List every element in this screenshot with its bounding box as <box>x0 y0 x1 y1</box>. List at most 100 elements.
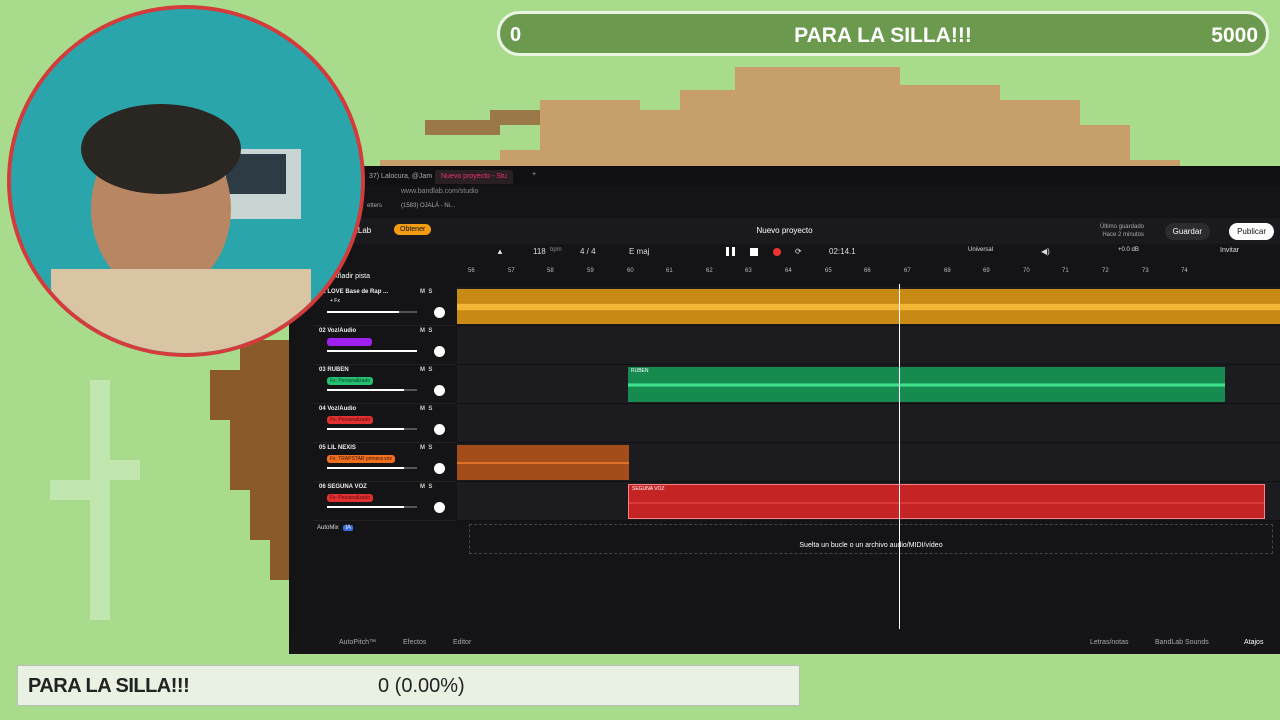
mute-solo[interactable]: M S <box>420 328 432 334</box>
ruler-tick: 69 <box>983 268 990 274</box>
volume-fader[interactable] <box>327 350 417 352</box>
track-lane[interactable] <box>457 404 1280 443</box>
playhead[interactable] <box>899 284 900 629</box>
audio-clip[interactable] <box>457 289 1280 324</box>
fx-badge[interactable]: Fx: Vocal Booster <box>327 338 373 346</box>
fx-badge[interactable]: Fx: Personalizado <box>327 494 374 502</box>
lyrics-button[interactable]: Letras/notas <box>1090 639 1129 646</box>
sounds-button[interactable]: BandLab Sounds <box>1155 639 1209 646</box>
track-header[interactable]: 01 LOVE Base de Rap ... + Fx M S <box>313 287 456 326</box>
url-text: www.bandlab.com/studio <box>401 188 479 195</box>
track-name: 01 LOVE Base de Rap ... <box>319 289 389 295</box>
metronome-icon[interactable]: ▲ <box>496 247 504 256</box>
master-db: +0.0 dB <box>1118 247 1139 253</box>
waveform <box>628 383 1225 387</box>
mute-solo[interactable]: M S <box>420 484 432 490</box>
audio-clip[interactable] <box>457 445 629 480</box>
track-name: 03 RUBEN <box>319 367 349 373</box>
bottom-toolbar: AutoPitch™ Efectos Editor Letras/notas B… <box>289 634 1280 654</box>
track-lane[interactable] <box>457 287 1280 326</box>
audio-clip[interactable]: SEGUNA VOZ <box>628 484 1265 519</box>
ruler-tick: 64 <box>785 268 792 274</box>
volume-icon[interactable]: ◀) <box>1041 247 1050 256</box>
editor-button[interactable]: Editor <box>453 639 471 646</box>
goal-progress-title: PARA LA SILLA!!! <box>28 675 190 697</box>
track-name: 02 Voz/Audio <box>319 328 357 334</box>
preset-label[interactable]: Universal <box>968 247 993 253</box>
audio-clip[interactable]: RUBEN <box>628 367 1225 402</box>
track-header[interactable]: 04 Voz/Audio Fx: Personalizado M S <box>313 404 456 443</box>
add-track-button[interactable]: Añadir pista <box>333 273 370 280</box>
fx-badge[interactable]: Fx: TRAPSTAR primera voz <box>327 455 396 463</box>
save-button[interactable]: Guardar <box>1164 223 1210 240</box>
pan-knob[interactable] <box>434 502 445 513</box>
shortcuts-button[interactable]: Atajos <box>1244 639 1263 646</box>
track-name: 06 SEGUNA VOZ <box>319 484 367 490</box>
autopitch-button[interactable]: AutoPitch™ <box>339 639 376 646</box>
tab-previous[interactable]: 37) Lalocura, @Jam <box>363 170 438 184</box>
ruler-tick: 56 <box>468 268 475 274</box>
volume-fader[interactable] <box>327 428 417 430</box>
track-header[interactable]: 05 LIL NEXIS Fx: TRAPSTAR primera voz M … <box>313 443 456 482</box>
volume-fader[interactable] <box>327 506 417 508</box>
pan-knob[interactable] <box>434 424 445 435</box>
pan-knob[interactable] <box>434 463 445 474</box>
ruler-tick: 73 <box>1142 268 1149 274</box>
key-value[interactable]: E maj <box>629 247 649 256</box>
bookmark-item[interactable]: (1583) OJALÁ - Ni... <box>401 203 455 209</box>
goal-progress-value: 0 (0.00%) <box>378 675 465 697</box>
new-tab-icon[interactable]: + <box>532 171 536 178</box>
address-bar[interactable]: www.bandlab.com/studio <box>289 186 1280 200</box>
track-lane[interactable]: SEGUNA VOZ <box>457 482 1280 521</box>
transport-bar: ▲ 118 bpm 4 / 4 E maj ⟳ 02:14.1 Universa… <box>289 244 1280 262</box>
waveform <box>629 502 1264 504</box>
ruler-tick: 60 <box>627 268 634 274</box>
tab-active[interactable]: Nuevo proyecto - Stu <box>435 170 513 184</box>
tab-bar: 37) Lalocura, @Jam Nuevo proyecto - Stu … <box>289 166 1280 186</box>
invite-button[interactable]: Invitar <box>1220 247 1239 254</box>
volume-fader[interactable] <box>327 467 417 469</box>
bpm-value[interactable]: 118 <box>533 247 546 256</box>
loop-icon[interactable]: ⟳ <box>795 247 802 256</box>
fx-badge[interactable]: Fx: Personalizado <box>327 416 374 424</box>
pause-button[interactable] <box>726 247 735 256</box>
volume-fader[interactable] <box>327 389 417 391</box>
ruler-tick: 70 <box>1023 268 1030 274</box>
stop-button[interactable] <box>750 248 758 256</box>
pan-knob[interactable] <box>434 385 445 396</box>
track-header[interactable]: 03 RUBEN Fx: Personalizado M S <box>313 365 456 404</box>
record-button[interactable] <box>773 248 781 256</box>
bookmark-item[interactable]: etters <box>367 203 382 209</box>
timeline-ruler[interactable]: 56 57 58 59 60 61 62 63 64 65 66 67 68 6… <box>457 266 1280 278</box>
drop-zone-text: Suelta un bucle o un archivo audio/MIDI/… <box>799 542 943 549</box>
volume-fader[interactable] <box>327 311 417 313</box>
time-signature[interactable]: 4 / 4 <box>580 247 596 256</box>
ruler-tick: 65 <box>825 268 832 274</box>
track-header[interactable]: 06 SEGUNA VOZ Fx: Personalizado M S <box>313 482 456 521</box>
track-name: 04 Voz/Audio <box>319 406 357 412</box>
drop-zone[interactable]: Suelta un bucle o un archivo audio/MIDI/… <box>469 524 1273 554</box>
track-lane[interactable] <box>457 326 1280 365</box>
ruler-tick: 72 <box>1102 268 1109 274</box>
pan-knob[interactable] <box>434 346 445 357</box>
track-lane[interactable] <box>457 443 1280 482</box>
effects-button[interactable]: Efectos <box>403 639 426 646</box>
pan-knob[interactable] <box>434 307 445 318</box>
webcam-overlay <box>7 5 365 357</box>
fx-badge[interactable]: + Fx <box>327 297 343 305</box>
mute-solo[interactable]: M S <box>420 406 432 412</box>
ruler-tick: 68 <box>944 268 951 274</box>
automix-row[interactable]: AutoMix IA <box>317 525 354 531</box>
bookmarks-bar: etters (1583) OJALÁ - Ni... <box>289 200 1280 214</box>
track-lane[interactable]: RUBEN <box>457 365 1280 404</box>
mute-solo[interactable]: M S <box>420 289 432 295</box>
ruler-tick: 57 <box>508 268 515 274</box>
mute-solo[interactable]: M S <box>420 367 432 373</box>
fx-badge[interactable]: Fx: Personalizado <box>327 377 374 385</box>
ruler-tick: 58 <box>547 268 554 274</box>
ruler-tick: 62 <box>706 268 713 274</box>
track-header[interactable]: 02 Voz/Audio Fx: Vocal Booster M S <box>313 326 456 365</box>
publish-button[interactable]: Publicar <box>1229 223 1274 240</box>
mute-solo[interactable]: M S <box>420 445 432 451</box>
goal-bar: 0 PARA LA SILLA!!! 5000 <box>497 11 1269 56</box>
